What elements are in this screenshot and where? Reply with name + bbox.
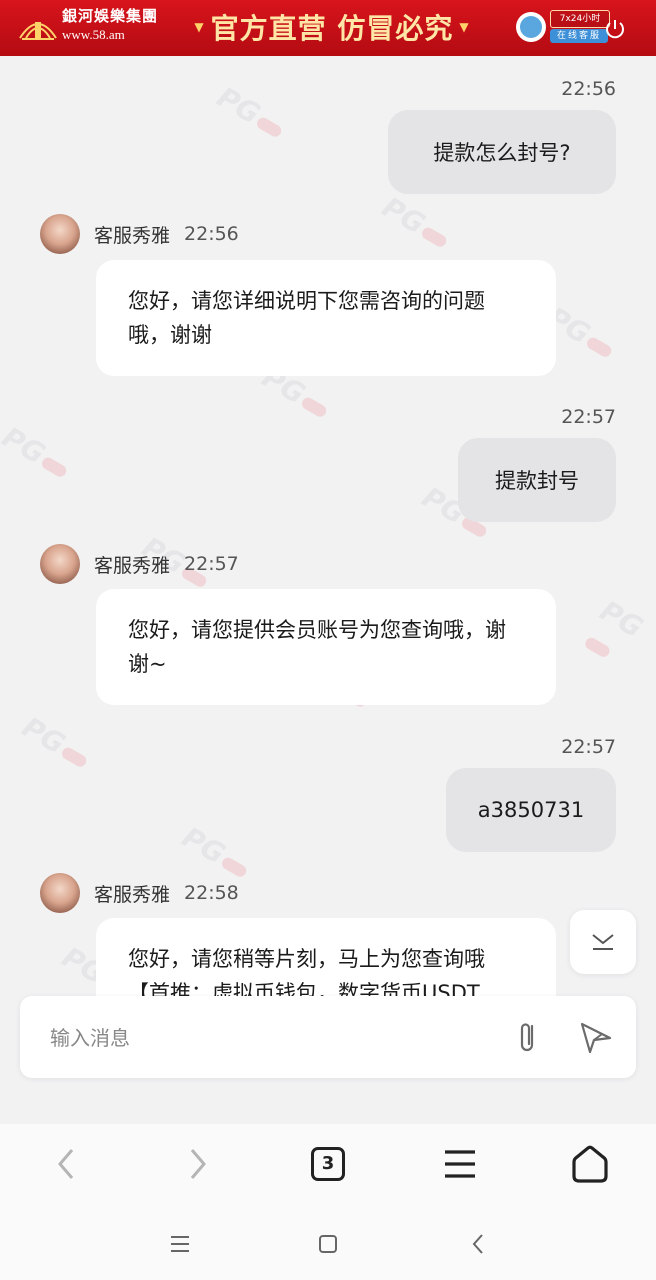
chevron-right-icon <box>190 1149 206 1179</box>
my-message-bubble[interactable]: a3850731 <box>446 768 616 852</box>
back-button[interactable] <box>48 1142 84 1186</box>
tab-count-icon: 3 <box>311 1147 345 1181</box>
support-hours: 7x24小时 <box>550 10 610 28</box>
support-agent-icon <box>516 12 546 42</box>
browser-toolbar: 3 <box>0 1124 656 1205</box>
slogan-arrow-left-icon: ▼ <box>194 20 205 34</box>
system-home-button[interactable] <box>308 1224 348 1264</box>
message-time: 22:57 <box>561 736 616 758</box>
watermark: PG <box>17 710 95 774</box>
scroll-to-bottom-button[interactable] <box>570 910 636 974</box>
tabs-button[interactable]: 3 <box>308 1142 348 1186</box>
my-message-bubble[interactable]: 提款封号 <box>458 438 616 522</box>
recent-apps-button[interactable] <box>160 1224 200 1264</box>
forward-button[interactable] <box>180 1142 216 1186</box>
system-navigation-bar <box>0 1204 656 1280</box>
message-input-bar <box>20 996 636 1078</box>
paperclip-icon[interactable] <box>510 1018 546 1056</box>
agent-message-bubble[interactable]: 您好，请您稍等片刻，马上为您查询哦【首推：虚拟币钱包，数字货币USDT <box>96 918 556 996</box>
brand-url: www.58.am <box>62 27 125 42</box>
slogan: ▼ 官方直营 仿冒必究 ▼ <box>182 7 482 47</box>
message-time: 22:56 <box>184 223 239 245</box>
brand-logo-icon <box>19 22 57 40</box>
top-banner: 銀河娛樂集團 www.58.am ▼ 官方直营 仿冒必究 ▼ 7x24小时 在线… <box>0 0 656 56</box>
hamburger-icon <box>445 1150 475 1178</box>
home-icon <box>572 1145 608 1183</box>
agent-avatar[interactable] <box>40 214 80 254</box>
menu-button[interactable] <box>440 1142 480 1186</box>
message-time: 22:57 <box>184 553 239 575</box>
brand-name: 銀河娛樂集團 <box>62 7 159 25</box>
message-time: 22:57 <box>561 406 616 428</box>
online-support-button[interactable]: 7x24小时 在线客服 <box>516 8 628 48</box>
brand: 銀河娛樂集團 www.58.am <box>18 8 158 42</box>
message-input[interactable] <box>48 1016 492 1060</box>
agent-avatar[interactable] <box>40 544 80 584</box>
agent-message-bubble[interactable]: 您好，请您提供会员账号为您查询哦，谢谢~ <box>96 589 556 705</box>
watermark: PG <box>578 594 656 684</box>
send-icon[interactable] <box>576 1018 616 1056</box>
watermark: PG <box>212 80 290 144</box>
back-arrow-icon <box>472 1234 483 1254</box>
message-time: 22:56 <box>561 78 616 100</box>
my-message-bubble[interactable]: 提款怎么封号? <box>388 110 616 194</box>
watermark: PG <box>0 420 75 484</box>
support-online-label: 在线客服 <box>550 29 608 43</box>
agent-header: 客服秀雅 22:57 <box>40 544 239 584</box>
power-icon[interactable] <box>604 18 626 40</box>
agent-header: 客服秀雅 22:56 <box>40 214 239 254</box>
agent-message-bubble[interactable]: 您好，请您详细说明下您需咨询的问题哦，谢谢 <box>96 260 556 376</box>
agent-name: 客服秀雅 <box>94 554 171 577</box>
slogan-text: 官方直营 仿冒必究 <box>210 12 454 45</box>
square-icon <box>319 1235 337 1253</box>
watermark: PG <box>377 190 455 254</box>
slogan-arrow-right-icon: ▼ <box>459 20 470 34</box>
agent-header: 客服秀雅 22:58 <box>40 873 239 913</box>
agent-name: 客服秀雅 <box>94 224 171 247</box>
message-time: 22:58 <box>184 882 239 904</box>
system-back-button[interactable] <box>458 1224 498 1264</box>
recent-apps-icon <box>171 1236 189 1252</box>
chevron-down-icon <box>592 934 614 950</box>
chevron-left-icon <box>58 1149 74 1179</box>
home-button[interactable] <box>568 1142 612 1186</box>
chat-messages[interactable]: PG PG PG PG PG PG PG PG PG PG PG PG PG 2… <box>0 56 656 996</box>
agent-name: 客服秀雅 <box>94 883 171 906</box>
agent-avatar[interactable] <box>40 873 80 913</box>
